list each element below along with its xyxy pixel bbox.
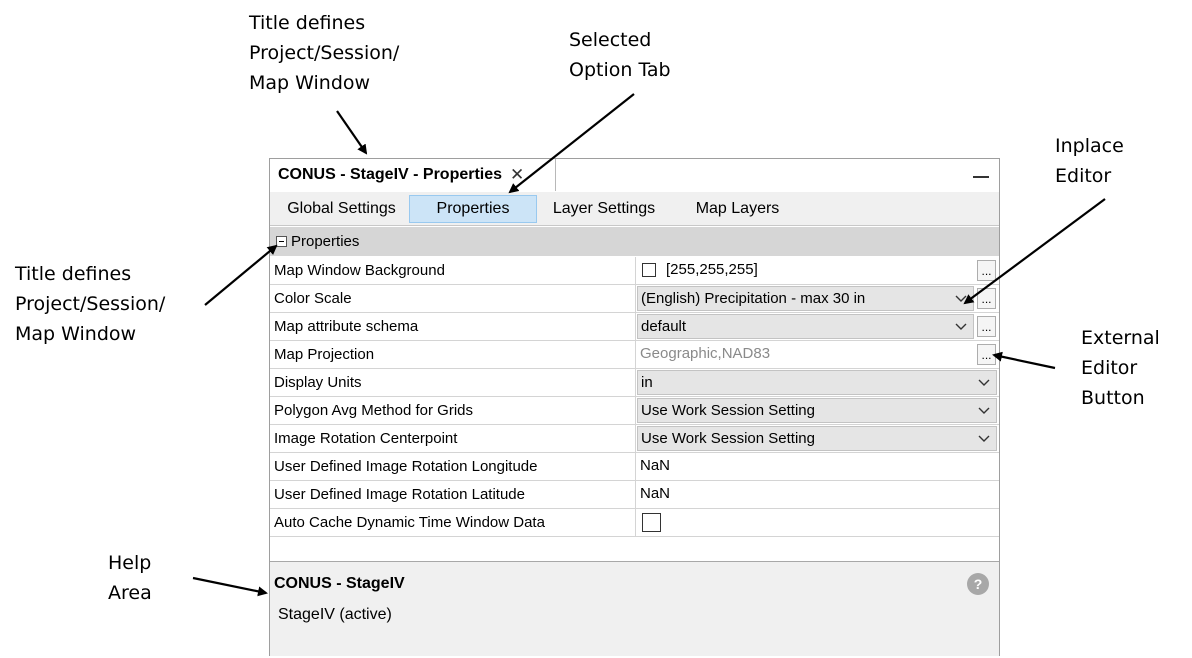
dropdown-value: Use Work Session Setting	[641, 430, 815, 447]
callout-line: Map Window	[249, 72, 371, 94]
property-name: Map attribute schema	[274, 318, 419, 335]
chevron-down-icon	[955, 323, 967, 330]
property-row-map-window-background: Map Window Background [255,255,255] ...	[270, 257, 999, 285]
external-editor-button[interactable]: ...	[977, 288, 996, 309]
property-value[interactable]: [255,255,255] ...	[636, 257, 999, 284]
property-value: (English) Precipitation - max 30 in ...	[636, 285, 999, 312]
chevron-down-icon	[978, 435, 990, 442]
chevron-down-icon	[978, 407, 990, 414]
polygon-avg-method-dropdown[interactable]: Use Work Session Setting	[637, 398, 997, 423]
callout-line: Help	[108, 552, 152, 574]
color-swatch	[642, 263, 656, 277]
callout-line: Project/Session/	[249, 42, 400, 64]
dropdown-value: Use Work Session Setting	[641, 402, 815, 419]
callout-line: Option Tab	[569, 59, 671, 81]
callout-line: Area	[108, 582, 152, 604]
arrow-title-left	[204, 244, 278, 306]
callout-help-area: Help Area	[108, 548, 152, 608]
property-value[interactable]: NaN	[636, 481, 999, 508]
property-row-rotation-longitude: User Defined Image Rotation Longitude Na…	[270, 453, 999, 481]
tab-map-layers[interactable]: Map Layers	[679, 195, 796, 223]
callout-line: Editor	[1055, 165, 1112, 187]
property-name: Map Projection	[274, 346, 375, 363]
property-row-auto-cache: Auto Cache Dynamic Time Window Data	[270, 509, 999, 537]
property-name: Display Units	[274, 374, 362, 391]
property-row-map-attribute-schema: Map attribute schema default ...	[270, 313, 999, 341]
callout-inplace-editor: Inplace Editor	[1055, 131, 1124, 191]
property-value: Use Work Session Setting	[636, 397, 999, 424]
property-name: Auto Cache Dynamic Time Window Data	[274, 514, 545, 531]
property-row-rotation-latitude: User Defined Image Rotation Latitude NaN	[270, 481, 999, 509]
property-row-display-units: Display Units in	[270, 369, 999, 397]
property-value[interactable]: NaN	[636, 453, 999, 480]
dropdown-value: (English) Precipitation - max 30 in	[641, 290, 866, 307]
callout-line: Map Window	[15, 323, 137, 345]
callout-external-editor: External Editor Button	[1081, 323, 1160, 413]
properties-group-header[interactable]: Properties	[270, 227, 999, 256]
color-scale-dropdown[interactable]: (English) Precipitation - max 30 in	[637, 286, 974, 311]
dropdown-value: default	[641, 318, 687, 335]
property-value	[636, 509, 999, 536]
help-description: StageIV (active)	[278, 606, 392, 623]
callout-title-left: Title defines Project/Session/ Map Windo…	[15, 259, 165, 349]
external-editor-button[interactable]: ...	[977, 260, 996, 281]
help-title: CONUS - StageIV	[274, 575, 405, 592]
tab-properties[interactable]: Properties	[409, 195, 537, 223]
property-row-color-scale: Color Scale (English) Precipitation - ma…	[270, 285, 999, 313]
property-name: Image Rotation Centerpoint	[274, 430, 458, 447]
help-area: CONUS - StageIV StageIV (active) ?	[270, 561, 999, 656]
property-name: Color Scale	[274, 290, 352, 307]
callout-line: Title defines	[249, 12, 366, 34]
minimize-icon[interactable]	[973, 176, 989, 178]
property-value: in	[636, 369, 999, 396]
latitude-value: NaN	[640, 485, 671, 502]
property-name: User Defined Image Rotation Latitude	[274, 486, 525, 503]
property-value: Use Work Session Setting	[636, 425, 999, 452]
external-editor-button[interactable]: ...	[977, 344, 996, 365]
property-sheet: Map Window Background [255,255,255] ... …	[270, 257, 999, 537]
display-units-dropdown[interactable]: in	[637, 370, 997, 395]
property-name: User Defined Image Rotation Longitude	[274, 458, 538, 475]
property-value: Geographic,NAD83 ...	[636, 341, 999, 368]
property-row-image-rotation-centerpoint: Image Rotation Centerpoint Use Work Sess…	[270, 425, 999, 453]
property-name: Polygon Avg Method for Grids	[274, 402, 473, 419]
window-title: CONUS - StageIV - Properties	[278, 166, 503, 183]
tab-layer-settings[interactable]: Layer Settings	[539, 195, 669, 223]
window-titlebar: CONUS - StageIV - Properties ✕	[270, 159, 999, 193]
dropdown-value: in	[641, 374, 653, 391]
callout-line: Title defines	[15, 263, 132, 285]
arrow-title-top	[336, 110, 368, 155]
chevron-down-icon	[978, 379, 990, 386]
projection-value: Geographic,NAD83	[640, 345, 771, 362]
arrow-external-editor	[992, 351, 1056, 370]
chevron-down-icon	[955, 295, 967, 302]
callout-title-top: Title defines Project/Session/ Map Windo…	[249, 8, 399, 98]
callout-selected-tab: Selected Option Tab	[569, 25, 671, 85]
callout-line: Inplace	[1055, 135, 1124, 157]
attribute-schema-dropdown[interactable]: default	[637, 314, 974, 339]
title-tab[interactable]: CONUS - StageIV - Properties ✕	[270, 159, 556, 191]
callout-line: Project/Session/	[15, 293, 166, 315]
callout-line: Selected	[569, 29, 652, 51]
close-icon[interactable]: ✕	[510, 165, 524, 185]
property-row-polygon-avg-method: Polygon Avg Method for Grids Use Work Se…	[270, 397, 999, 425]
collapse-icon[interactable]	[276, 236, 287, 247]
callout-line: External	[1081, 327, 1160, 349]
arrow-help-area	[192, 576, 268, 597]
tab-global-settings[interactable]: Global Settings	[274, 195, 409, 223]
option-tabs: Global Settings Properties Layer Setting…	[270, 192, 999, 226]
property-name: Map Window Background	[274, 262, 445, 279]
longitude-value: NaN	[640, 457, 671, 474]
properties-panel: CONUS - StageIV - Properties ✕ Global Se…	[269, 158, 1000, 656]
callout-line: Button	[1081, 387, 1145, 409]
rotation-centerpoint-dropdown[interactable]: Use Work Session Setting	[637, 426, 997, 451]
color-value: [255,255,255]	[666, 261, 758, 278]
property-row-map-projection: Map Projection Geographic,NAD83 ...	[270, 341, 999, 369]
group-label: Properties	[291, 233, 360, 250]
help-icon[interactable]: ?	[967, 573, 989, 595]
external-editor-button[interactable]: ...	[977, 316, 996, 337]
callout-line: Editor	[1081, 357, 1138, 379]
property-value: default ...	[636, 313, 999, 340]
auto-cache-checkbox[interactable]	[642, 513, 661, 532]
